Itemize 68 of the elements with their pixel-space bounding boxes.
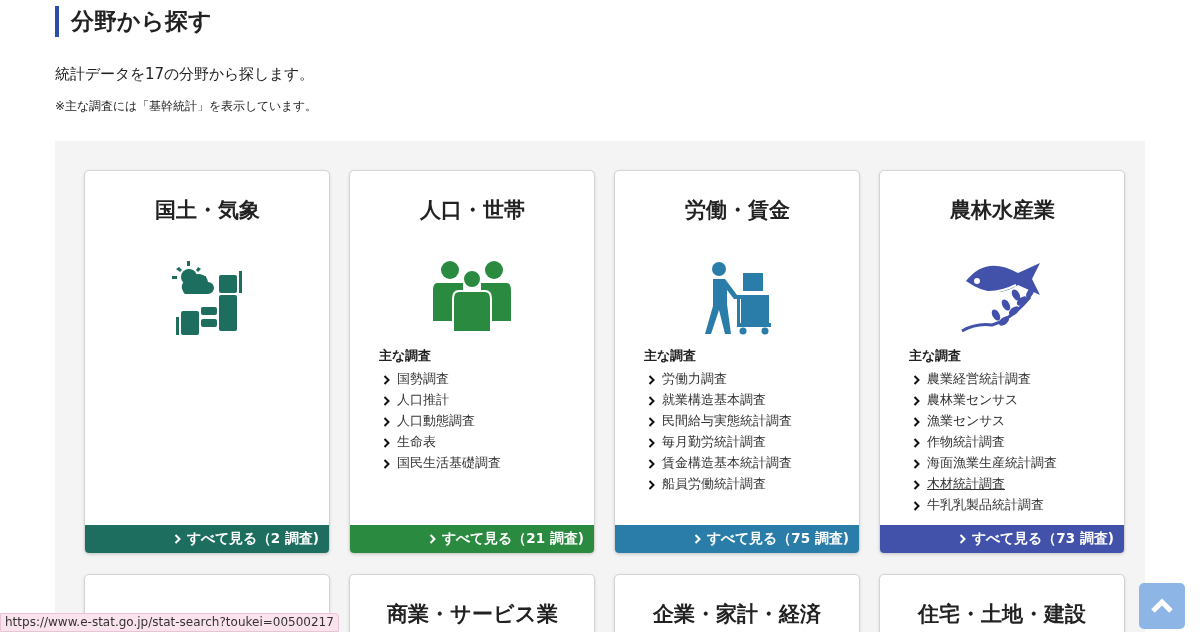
- category-card[interactable]: 住宅・土地・建設: [879, 574, 1125, 632]
- intro-text: 統計データを17の分野から探します。: [55, 65, 316, 84]
- survey-link[interactable]: 農林業センサス: [927, 392, 1018, 409]
- card-title: 企業・家計・経済: [652, 601, 822, 627]
- chevron-icon: [648, 395, 655, 406]
- chevron-icon: [913, 500, 920, 511]
- survey-link[interactable]: 国民生活基礎調査: [397, 455, 501, 472]
- survey-link[interactable]: 牛乳乳製品統計調査: [927, 497, 1044, 514]
- card-title: 住宅・土地・建設: [916, 601, 1087, 627]
- survey-link[interactable]: 木材統計調査: [927, 476, 1005, 493]
- chevron-icon: [913, 416, 920, 427]
- survey-link[interactable]: 生命表: [397, 434, 436, 451]
- view-all-button[interactable]: すべて見る（2 調査): [85, 525, 329, 553]
- survey-link[interactable]: 賃金構造基本統計調査: [662, 455, 792, 472]
- chevron-up-icon: [1150, 598, 1174, 614]
- card-title: 農林水産業: [948, 197, 1056, 223]
- survey-link[interactable]: 労働力調査: [662, 371, 727, 388]
- chevron-icon: [383, 458, 390, 469]
- chevron-icon: [383, 395, 390, 406]
- survey-link[interactable]: 漁業センサス: [927, 413, 1005, 430]
- card-title: 国土・気象: [153, 197, 261, 223]
- chevron-icon: [648, 479, 655, 490]
- chevron-icon: [694, 534, 702, 544]
- chevron-icon: [648, 374, 655, 385]
- list-heading: 主な調査: [909, 347, 962, 365]
- section-heading: 分野から探す: [55, 6, 1145, 37]
- chevron-icon: [383, 437, 390, 448]
- card-title: 商業・サービス業: [385, 601, 559, 627]
- chevron-icon: [173, 534, 181, 544]
- chevron-icon: [383, 416, 390, 427]
- note-text: ※主な調査には「基幹統計」を表示しています。: [55, 98, 319, 115]
- category-card[interactable]: 農林水産業 主な調査 農業経営統計調査 農林業センサス 漁業センサス 作物統計調査 海面漁業生産統計調査 木材統計調査 牛乳乳製品統計調査 すべて見る（73 調査): [879, 170, 1125, 554]
- chevron-icon: [383, 374, 390, 385]
- survey-link[interactable]: 毎月勤労統計調査: [662, 434, 766, 451]
- chevron-icon: [913, 458, 920, 469]
- chevron-icon: [913, 479, 920, 490]
- chevron-icon: [648, 416, 655, 427]
- survey-link[interactable]: 就業構造基本調査: [662, 392, 766, 409]
- chevron-icon: [429, 534, 437, 544]
- survey-link[interactable]: 船員労働統計調査: [662, 476, 766, 493]
- back-to-top-button[interactable]: [1139, 583, 1185, 629]
- view-all-button[interactable]: すべて見る（75 調査): [615, 525, 859, 553]
- card-title: 人口・世帯: [418, 197, 526, 223]
- category-card[interactable]: 国土・気象 すべて見る（2 調査): [84, 170, 330, 554]
- chevron-icon: [959, 534, 967, 544]
- category-card[interactable]: 労働・賃金 主な調査 労働力調査 就業構造基本調査 民間給与実態統計調査 毎月勤労統計調査 賃金構造基本統計調査 船員労働統計調査 すべて見る（75 調査): [614, 170, 860, 554]
- chevron-icon: [913, 374, 920, 385]
- survey-link[interactable]: 国勢調査: [397, 371, 449, 388]
- chevron-icon: [648, 458, 655, 469]
- list-heading: 主な調査: [644, 347, 697, 365]
- category-card[interactable]: 企業・家計・経済: [614, 574, 860, 632]
- category-card[interactable]: 人口・世帯 主な調査 国勢調査 人口推計 人口動態調査 生命表 国民生活基礎調査 すべて見る（21 調査): [349, 170, 595, 554]
- weather-building-icon: [171, 261, 243, 335]
- survey-link[interactable]: 農業経営統計調査: [927, 371, 1031, 388]
- category-card[interactable]: 商業・サービス業: [349, 574, 595, 632]
- list-heading: 主な調査: [379, 347, 432, 365]
- chevron-icon: [648, 437, 655, 448]
- survey-link[interactable]: 人口推計: [397, 392, 449, 409]
- survey-link[interactable]: 人口動態調査: [397, 413, 475, 430]
- survey-link[interactable]: 民間給与実態統計調査: [662, 413, 792, 430]
- card-title: 労働・賃金: [683, 197, 791, 223]
- chevron-icon: [913, 437, 920, 448]
- view-all-button[interactable]: すべて見る（73 調査): [880, 525, 1124, 553]
- view-all-button[interactable]: すべて見る（21 調査): [350, 525, 594, 553]
- survey-link[interactable]: 海面漁業生産統計調査: [927, 455, 1057, 472]
- survey-link[interactable]: 作物統計調査: [927, 434, 1005, 451]
- chevron-icon: [913, 395, 920, 406]
- status-bar-url: https://www.e-stat.go.jp/stat-search?toukei=00500217: [0, 613, 339, 632]
